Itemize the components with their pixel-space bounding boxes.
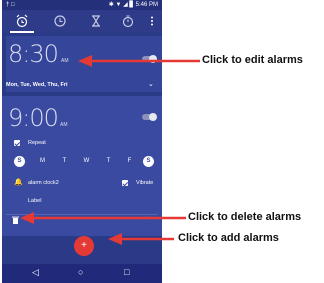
delete-arrow xyxy=(20,212,186,224)
annotation-add: Click to add alarms xyxy=(178,232,279,244)
edit-arrow xyxy=(78,55,200,67)
annotation-edit: Click to edit alarms xyxy=(202,54,303,66)
add-arrow xyxy=(108,233,174,245)
annotation-delete: Click to delete alarms xyxy=(188,211,302,223)
